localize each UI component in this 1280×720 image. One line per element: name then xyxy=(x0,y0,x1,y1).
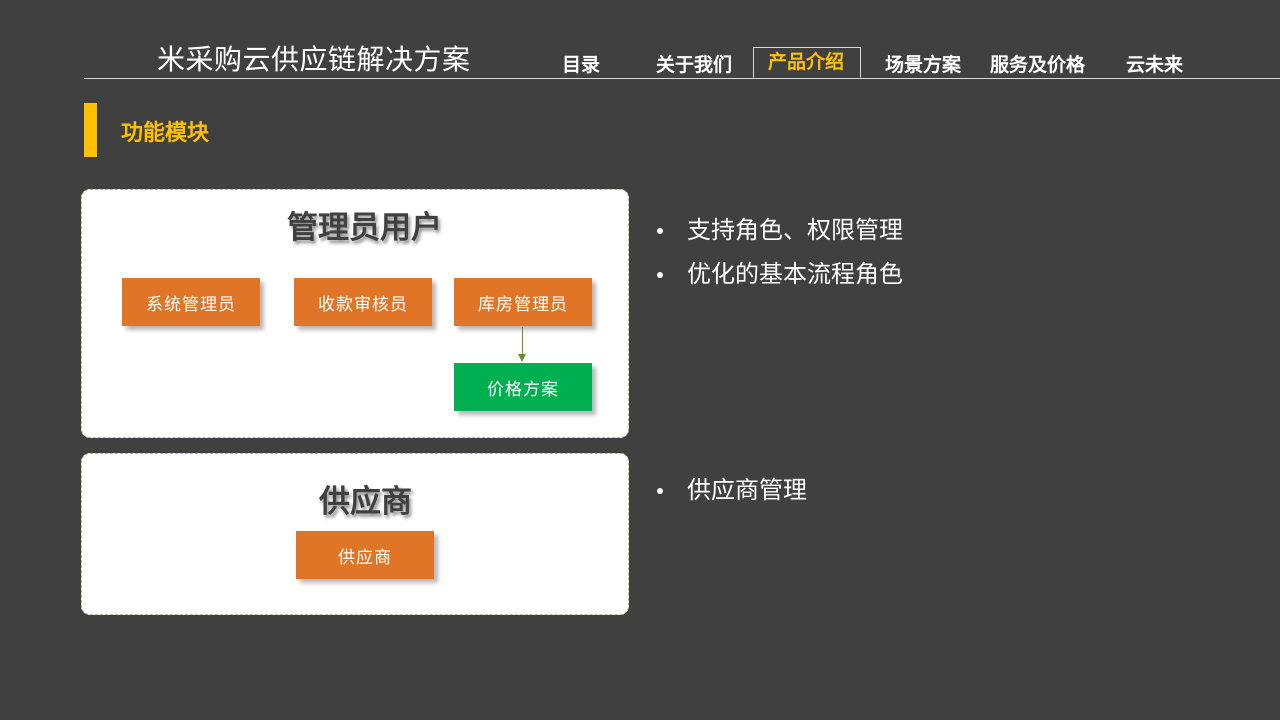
admin-feature-list: 支持角色、权限管理 优化的基本流程角色 xyxy=(654,214,903,302)
nav-tab-scenarios[interactable]: 场景方案 xyxy=(885,50,961,77)
admin-users-panel: 管理员用户 系统管理员 收款审核员 库房管理员 价格方案 xyxy=(81,189,629,438)
nav-tab-contents[interactable]: 目录 xyxy=(562,50,600,77)
section-accent-bar xyxy=(84,103,97,157)
role-payment-auditor[interactable]: 收款审核员 xyxy=(294,278,432,326)
price-plan-box[interactable]: 价格方案 xyxy=(454,363,592,411)
connector-line xyxy=(522,327,523,355)
role-warehouse-manager[interactable]: 库房管理员 xyxy=(454,278,592,326)
header-divider xyxy=(84,78,1280,79)
section-title: 功能模块 xyxy=(121,121,210,146)
list-item: 优化的基本流程角色 xyxy=(654,258,903,302)
bullet-icon xyxy=(657,272,663,278)
list-item: 支持角色、权限管理 xyxy=(654,214,903,258)
supplier-feature-list: 供应商管理 xyxy=(654,474,807,518)
nav-tab-products[interactable]: 产品介绍 xyxy=(753,47,861,78)
role-system-admin[interactable]: 系统管理员 xyxy=(122,278,260,326)
feature-text: 支持角色、权限管理 xyxy=(687,216,903,244)
nav-tab-services-pricing[interactable]: 服务及价格 xyxy=(990,50,1085,77)
admin-panel-title: 管理员用户 xyxy=(287,210,442,246)
supplier-panel-title: 供应商 xyxy=(319,484,412,520)
role-supplier[interactable]: 供应商 xyxy=(296,531,434,579)
feature-text: 优化的基本流程角色 xyxy=(687,260,903,288)
bullet-icon xyxy=(657,488,663,494)
feature-text: 供应商管理 xyxy=(687,476,807,504)
bullet-icon xyxy=(657,228,663,234)
nav-tab-about-us[interactable]: 关于我们 xyxy=(656,50,732,77)
supplier-panel: 供应商 供应商 xyxy=(81,453,629,615)
arrow-down-icon xyxy=(518,354,526,362)
list-item: 供应商管理 xyxy=(654,474,807,518)
nav-tab-future[interactable]: 云未来 xyxy=(1126,50,1183,77)
top-nav: 目录 关于我们 产品介绍 场景方案 服务及价格 云未来 xyxy=(0,0,1280,80)
